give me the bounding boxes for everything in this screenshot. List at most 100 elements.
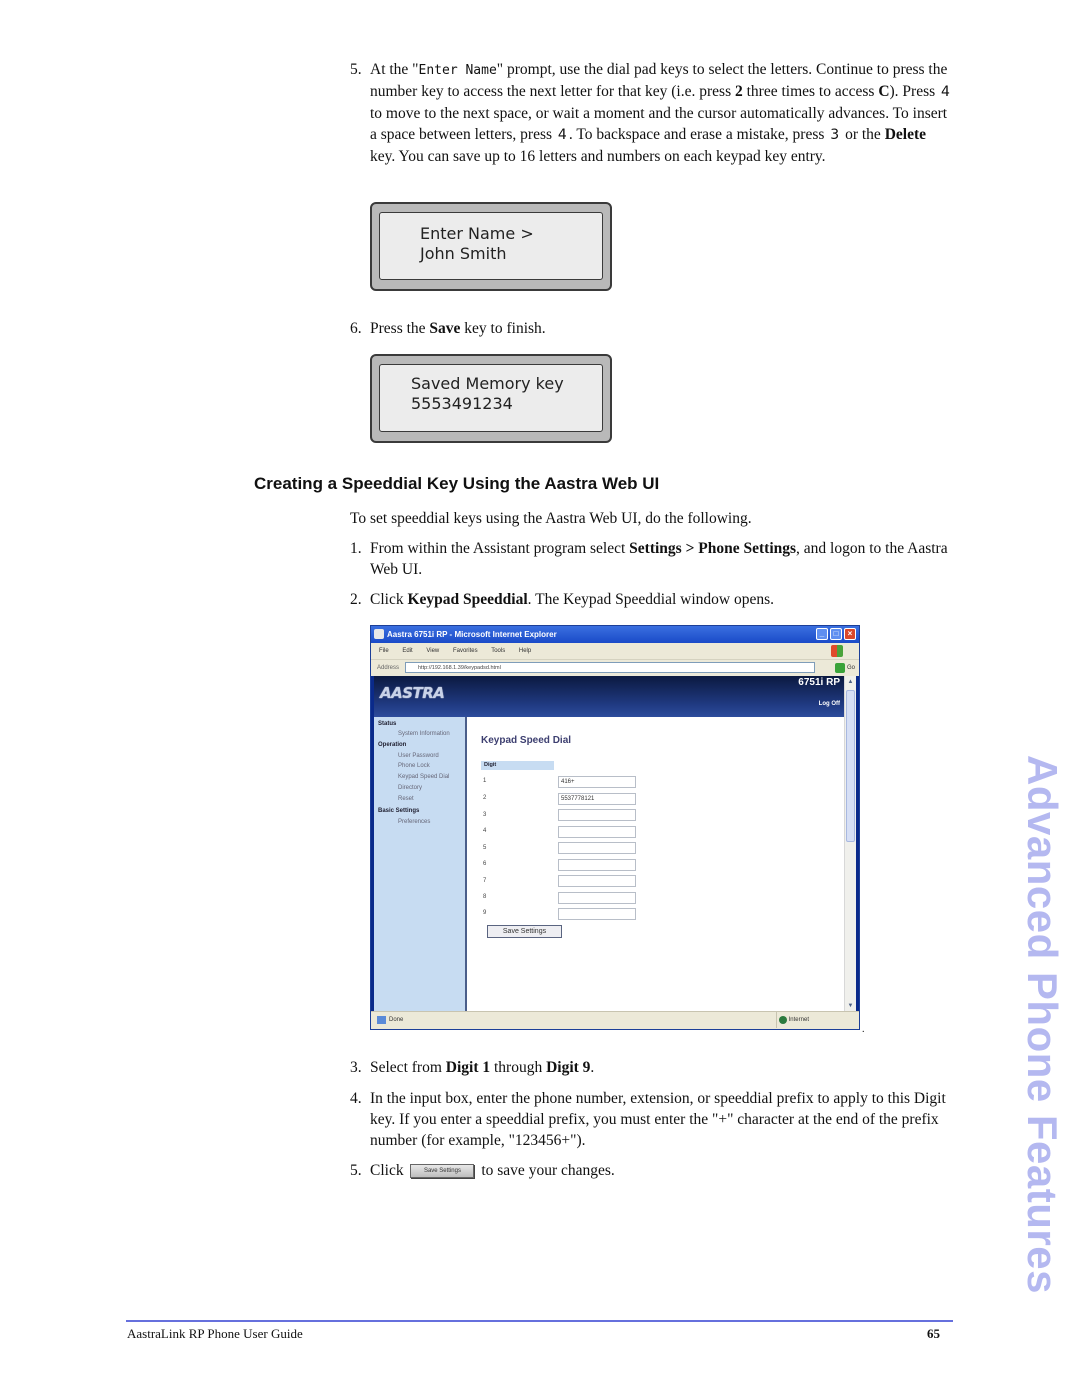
footer-title: AastraLink RP Phone User Guide bbox=[127, 1326, 303, 1341]
bold-run: Delete bbox=[884, 126, 927, 143]
text-run: Press the bbox=[370, 320, 430, 337]
step-text: Select from Digit 1 through Digit 9. bbox=[350, 1057, 955, 1078]
vertical-scrollbar[interactable]: ▲ ▼ bbox=[844, 676, 856, 1012]
text-run: . To backspace and erase a mistake, pres… bbox=[568, 126, 829, 143]
browser-titlebar: Aastra 6751i RP - Microsoft Internet Exp… bbox=[371, 626, 859, 643]
nav-item-user-password[interactable]: User Password bbox=[398, 753, 439, 759]
nav-item-reset[interactable]: Reset bbox=[398, 796, 414, 802]
nav-item-keypad-speed-dial[interactable]: Keypad Speed Dial bbox=[398, 774, 449, 780]
step-text: At the "Enter Name" prompt, use the dial… bbox=[350, 59, 955, 167]
nav-item-phone-lock[interactable]: Phone Lock bbox=[398, 763, 430, 769]
speed-dial-input-8[interactable] bbox=[558, 892, 636, 904]
page-title: Keypad Speed Dial bbox=[481, 735, 572, 746]
speed-dial-input-1[interactable]: 416+ bbox=[558, 776, 636, 788]
intro-paragraph: To set speeddial keys using the Aastra W… bbox=[350, 510, 752, 527]
text-run: key. You can save up to 16 letters and n… bbox=[370, 148, 826, 165]
save-settings-button[interactable]: Save Settings bbox=[487, 925, 562, 938]
footer-divider bbox=[126, 1320, 953, 1322]
key-glyph: 4 bbox=[941, 84, 950, 100]
speed-dial-input-3[interactable] bbox=[558, 809, 636, 821]
speed-dial-input-4[interactable] bbox=[558, 826, 636, 838]
step-text: From within the Assistant program select… bbox=[350, 538, 955, 580]
left-navigation: Status System Information Operation User… bbox=[374, 717, 467, 1012]
speed-dial-input-2[interactable]: 5537778121 bbox=[558, 793, 636, 805]
menu-edit[interactable]: Edit bbox=[402, 648, 412, 654]
speed-dial-input-7[interactable] bbox=[558, 875, 636, 887]
status-text: Done bbox=[377, 1012, 403, 1028]
browser-window-screenshot: Aastra 6751i RP - Microsoft Internet Exp… bbox=[370, 625, 860, 1030]
key-glyph: 3 bbox=[830, 127, 840, 143]
instruction-step-4: 4. In the input box, enter the phone num… bbox=[350, 1088, 955, 1151]
page-viewport: AASTRA 6751i RP Log Off Status System In… bbox=[374, 676, 856, 1012]
phone-display-saved: Saved Memory key 5553491234 bbox=[370, 354, 612, 443]
text-run: ). Press bbox=[889, 83, 940, 100]
logoff-link[interactable]: Log Off bbox=[819, 701, 840, 707]
bold-run: Digit 1 bbox=[445, 1059, 491, 1076]
nav-item-preferences[interactable]: Preferences bbox=[398, 819, 430, 825]
address-bar: Address http://192.168.1.39/keypadsd.htm… bbox=[371, 659, 859, 676]
text-run: or the bbox=[841, 126, 885, 143]
speed-dial-input-9[interactable] bbox=[558, 908, 636, 920]
text-run: three times to access bbox=[742, 83, 879, 100]
instruction-step-enter-name: 5. At the "Enter Name" prompt, use the d… bbox=[350, 59, 955, 167]
step-number: 5. bbox=[350, 1162, 362, 1179]
digit-label: 2 bbox=[483, 795, 487, 801]
speed-dial-input-5[interactable] bbox=[558, 842, 636, 854]
step-number: 6. bbox=[350, 320, 362, 337]
step-text: Click Save Settings to save your changes… bbox=[350, 1160, 955, 1181]
lcd-line-2: John Smith bbox=[420, 244, 507, 263]
speed-dial-content: Keypad Speed Dial Digit 1 416+ 2 5537778… bbox=[467, 717, 845, 1012]
menu-favorites[interactable]: Favorites bbox=[453, 648, 478, 654]
instruction-step-3: 3. Select from Digit 1 through Digit 9. bbox=[350, 1057, 955, 1078]
step-text: Press the Save key to finish. bbox=[350, 318, 955, 339]
step-number: 4. bbox=[350, 1090, 362, 1107]
menu-file[interactable]: File bbox=[379, 648, 389, 654]
scroll-up-icon[interactable]: ▲ bbox=[846, 677, 855, 687]
menu-view[interactable]: View bbox=[426, 648, 439, 654]
nav-header-basic-settings: Basic Settings bbox=[378, 808, 420, 814]
step-number: 5. bbox=[350, 61, 362, 78]
text-run: At the " bbox=[370, 61, 419, 78]
digit-column-header: Digit bbox=[481, 761, 554, 770]
scroll-down-icon[interactable]: ▼ bbox=[846, 1001, 855, 1011]
phone-model: 6751i RP bbox=[798, 677, 840, 688]
instruction-step-2: 2. Click Keypad Speeddial. The Keypad Sp… bbox=[350, 589, 955, 610]
text-run: key to finish. bbox=[460, 320, 546, 337]
nav-item-directory[interactable]: Directory bbox=[398, 785, 422, 791]
nav-item-system-information[interactable]: System Information bbox=[398, 731, 450, 737]
step-number: 3. bbox=[350, 1059, 362, 1076]
key-glyph: 4 bbox=[557, 127, 567, 143]
nav-header-operation: Operation bbox=[378, 742, 407, 748]
speed-dial-input-6[interactable] bbox=[558, 859, 636, 871]
window-title: Aastra 6751i RP - Microsoft Internet Exp… bbox=[387, 630, 557, 639]
lcd-line-2: 5553491234 bbox=[411, 394, 513, 413]
scroll-thumb[interactable] bbox=[846, 690, 855, 842]
trailing-period: . bbox=[862, 1024, 865, 1035]
security-zone: Internet bbox=[775, 1012, 809, 1028]
digit-label: 6 bbox=[483, 861, 487, 867]
lcd-line-1: Enter Name > bbox=[420, 224, 534, 243]
digit-label: 9 bbox=[483, 910, 487, 916]
digit-label: 7 bbox=[483, 878, 487, 884]
go-button[interactable]: Go bbox=[834, 662, 855, 674]
digit-label: 5 bbox=[483, 845, 487, 851]
instruction-step-1: 1. From within the Assistant program sel… bbox=[350, 538, 955, 580]
url-input[interactable]: http://192.168.1.39/keypadsd.html bbox=[405, 662, 815, 673]
maximize-icon[interactable]: □ bbox=[830, 628, 842, 640]
text-run: Select from bbox=[370, 1059, 446, 1076]
address-label: Address bbox=[377, 665, 400, 671]
ie-icon bbox=[374, 629, 384, 639]
step-number: 2. bbox=[350, 591, 362, 608]
minimize-icon[interactable]: _ bbox=[816, 628, 828, 640]
text-run: . The Keypad Speeddial window opens. bbox=[527, 591, 774, 608]
close-icon[interactable]: × bbox=[844, 628, 856, 640]
menu-tools[interactable]: Tools bbox=[491, 648, 505, 654]
lcd-screen: Saved Memory key 5553491234 bbox=[379, 364, 603, 432]
text-run: to save your changes. bbox=[481, 1162, 615, 1179]
aastra-banner: AASTRA 6751i RP Log Off bbox=[374, 676, 845, 717]
bold-run: Settings > Phone Settings bbox=[629, 540, 797, 557]
lcd-line-1: Saved Memory key bbox=[411, 374, 564, 393]
window-controls: _ □ × bbox=[816, 628, 856, 640]
menu-help[interactable]: Help bbox=[519, 648, 531, 654]
status-bar: Done Internet bbox=[371, 1011, 859, 1029]
